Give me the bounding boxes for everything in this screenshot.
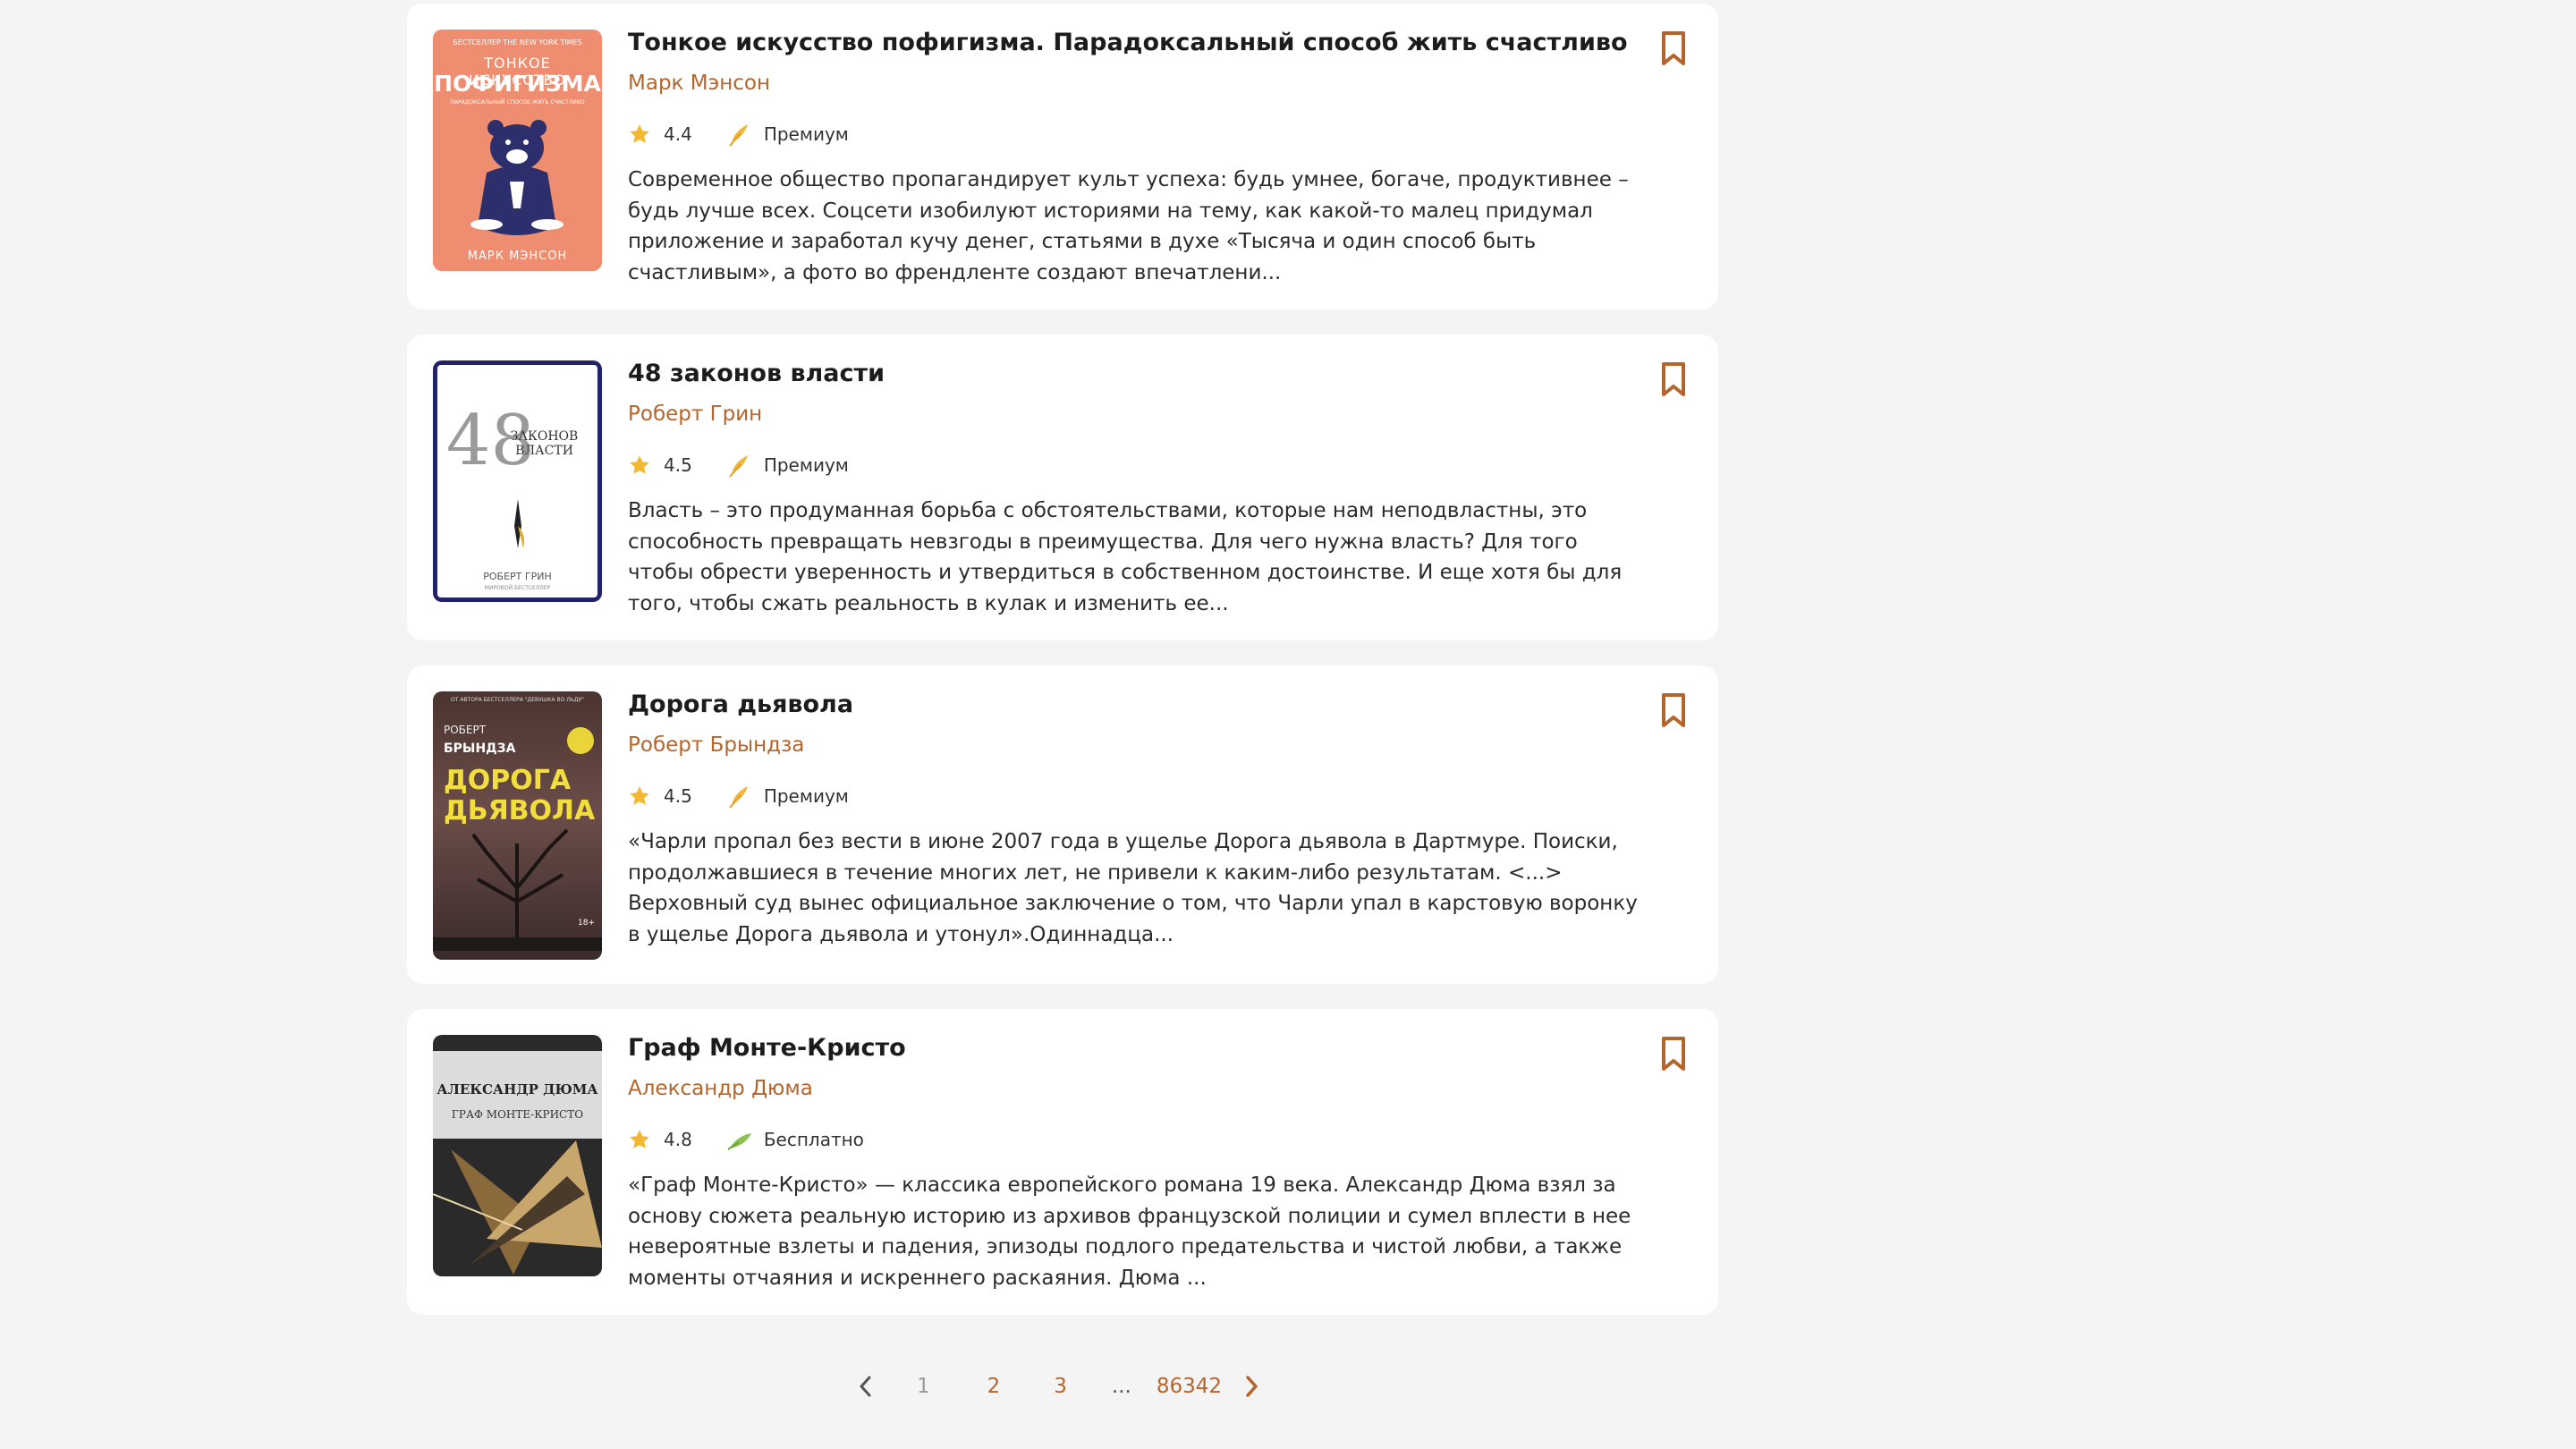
book-description: Современное общество пропагандирует куль… bbox=[628, 168, 1629, 284]
cover-text: МИРОВОЙ БЕСТСЕЛЛЕР bbox=[484, 585, 551, 591]
cover-text: ПАРАДОКСАЛЬНЫЙ СПОСОБ ЖИТЬ СЧАСТЛИВО bbox=[450, 99, 585, 106]
book-card[interactable]: АЛЕКСАНДР ДЮМА ГРАФ МОНТЕ-КРИСТО Граф Мо… bbox=[407, 1009, 1718, 1315]
pagination: 1 2 3 ... 86342 bbox=[854, 1368, 1263, 1404]
cover-text: ПОФИГИЗМА bbox=[434, 71, 601, 97]
cover-illustration bbox=[433, 828, 602, 951]
star-icon bbox=[630, 455, 649, 474]
book-author[interactable]: Роберт Брындза bbox=[628, 733, 804, 757]
bookmark-icon[interactable] bbox=[1657, 30, 1690, 66]
book-cover[interactable]: ОТ АВТОРА БЕСТСЕЛЛЕРА "ДЕВУШКА ВО ЛЬДУ" … bbox=[433, 691, 602, 960]
access-badge: Бесплатно bbox=[763, 1129, 864, 1150]
book-author[interactable]: Александр Дюма bbox=[628, 1077, 813, 1100]
book-description: «Граф Монте-Кристо» — классика европейск… bbox=[628, 1174, 1631, 1290]
premium-feather-icon bbox=[729, 124, 748, 147]
cover-text: ЗАКОНОВ bbox=[510, 429, 579, 444]
cover-sticker bbox=[567, 727, 594, 754]
book-card[interactable]: 48 ЗАКОНОВ ВЛАСТИ РОБЕРТ ГРИН МИРОВОЙ БЕ… bbox=[407, 335, 1718, 640]
chevron-right-icon[interactable] bbox=[1240, 1371, 1263, 1402]
cover-illustration bbox=[470, 120, 564, 235]
bookmark-icon[interactable] bbox=[1657, 361, 1690, 397]
book-author[interactable]: Роберт Грин bbox=[628, 402, 762, 426]
premium-feather-icon bbox=[729, 455, 748, 478]
star-icon bbox=[630, 1130, 649, 1148]
cover-text: ВЛАСТИ bbox=[515, 444, 573, 458]
book-meta: 4.8 Бесплатно bbox=[628, 1125, 864, 1154]
page-2[interactable]: 2 bbox=[987, 1375, 1001, 1398]
star-icon bbox=[630, 786, 649, 805]
cover-inner: 48 ЗАКОНОВ ВЛАСТИ РОБЕРТ ГРИН МИРОВОЙ БЕ… bbox=[437, 365, 597, 597]
book-title[interactable]: 48 законов власти bbox=[628, 360, 885, 387]
premium-feather-icon bbox=[729, 786, 748, 809]
pagination-ellipsis: ... bbox=[1111, 1375, 1131, 1398]
star-icon bbox=[630, 124, 649, 143]
cover-text: ДОРОГА bbox=[444, 765, 572, 796]
page-1[interactable]: 1 bbox=[917, 1375, 930, 1398]
access-badge: Премиум bbox=[763, 454, 849, 476]
page-3[interactable]: 3 bbox=[1054, 1375, 1067, 1398]
book-rating: 4.4 bbox=[664, 123, 692, 145]
book-title[interactable]: Граф Монте-Кристо bbox=[628, 1034, 906, 1062]
book-description: Власть – это продуманная борьба с обстоя… bbox=[628, 499, 1623, 615]
free-feather-icon bbox=[727, 1133, 751, 1150]
cover-text: 18+ bbox=[578, 919, 595, 928]
cover-text: МАРК МЭНСОН bbox=[467, 250, 568, 263]
cover-text: БРЫНДЗА bbox=[444, 741, 516, 756]
cover-illustration bbox=[514, 499, 525, 548]
book-rating: 4.8 bbox=[664, 1129, 692, 1150]
cover-text: ГРАФ МОНТЕ-КРИСТО bbox=[451, 1108, 584, 1121]
book-rating: 4.5 bbox=[664, 454, 692, 476]
bookmark-icon[interactable] bbox=[1657, 1036, 1690, 1072]
cover-text: ОТ АВТОРА БЕСТСЕЛЛЕРА "ДЕВУШКА ВО ЛЬДУ" bbox=[451, 697, 584, 703]
access-badge: Премиум bbox=[763, 123, 849, 145]
book-description: «Чарли пропал без вести в июне 2007 года… bbox=[628, 830, 1638, 946]
book-meta: 4.5 Премиум bbox=[628, 451, 849, 479]
cover-text: РОБЕРТ ГРИН bbox=[483, 571, 552, 582]
book-meta: 4.5 Премиум bbox=[628, 782, 849, 810]
page-last[interactable]: 86342 bbox=[1157, 1375, 1222, 1398]
book-title[interactable]: Дорога дьявола bbox=[628, 691, 853, 718]
cover-text: АЛЕКСАНДР ДЮМА bbox=[436, 1081, 598, 1097]
book-title[interactable]: Тонкое искусство пофигизма. Парадоксальн… bbox=[628, 29, 1628, 56]
book-author[interactable]: Марк Мэнсон bbox=[628, 72, 770, 95]
cover-text: РОБЕРТ bbox=[444, 724, 487, 736]
cover-text: БЕСТСЕЛЛЕР THE NEW YORK TIMES bbox=[453, 38, 582, 47]
access-badge: Премиум bbox=[763, 785, 849, 807]
book-cover[interactable]: 48 ЗАКОНОВ ВЛАСТИ РОБЕРТ ГРИН МИРОВОЙ БЕ… bbox=[433, 360, 602, 602]
chevron-left-icon[interactable] bbox=[854, 1371, 877, 1402]
book-card[interactable]: БЕСТСЕЛЛЕР THE NEW YORK TIMES ТОНКОЕ ИСК… bbox=[407, 4, 1718, 309]
cover-text: ДЬЯВОЛА bbox=[444, 795, 596, 826]
book-cover[interactable]: БЕСТСЕЛЛЕР THE NEW YORK TIMES ТОНКОЕ ИСК… bbox=[433, 30, 602, 271]
book-rating: 4.5 bbox=[664, 785, 692, 807]
cover-illustration bbox=[433, 1140, 602, 1275]
book-cover[interactable]: АЛЕКСАНДР ДЮМА ГРАФ МОНТЕ-КРИСТО bbox=[433, 1035, 602, 1276]
bookmark-icon[interactable] bbox=[1657, 692, 1690, 728]
book-card[interactable]: ОТ АВТОРА БЕСТСЕЛЛЕРА "ДЕВУШКА ВО ЛЬДУ" … bbox=[407, 665, 1718, 984]
book-meta: 4.4 Премиум bbox=[628, 120, 849, 148]
